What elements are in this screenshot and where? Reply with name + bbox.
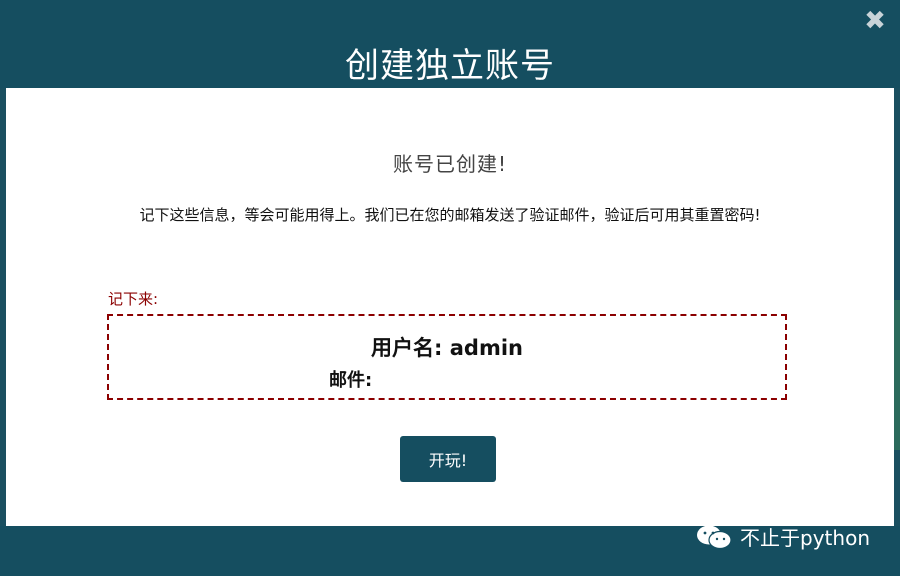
success-heading: 账号已创建! — [392, 152, 508, 176]
watermark: 不止于python — [694, 522, 870, 551]
wechat-icon — [697, 525, 732, 549]
modal-title: 创建独立账号 — [345, 46, 555, 86]
username-value: admin — [449, 336, 523, 360]
backdrop-strip-right — [894, 300, 900, 450]
modal-header: 创建独立账号 — [0, 0, 900, 88]
email-label: 邮件: — [329, 370, 373, 391]
close-icon[interactable]: ✖ — [862, 8, 888, 34]
watermark-text: 不止于python — [740, 526, 870, 550]
play-button[interactable]: 开玩! — [400, 436, 496, 482]
instruction-text: 记下这些信息，等会可能用得上。我们已在您的邮箱发送了验证邮件，验证后可用其重置密… — [139, 206, 761, 224]
username-line: 用户名: admin — [109, 332, 785, 362]
note-label: 记下来: — [108, 290, 159, 308]
username-label: 用户名: — [371, 336, 443, 360]
modal-body: 账号已创建! 记下这些信息，等会可能用得上。我们已在您的邮箱发送了验证邮件，验证… — [6, 88, 894, 526]
email-line: 邮件: — [329, 366, 372, 392]
credentials-box: 用户名: admin 邮件: — [107, 314, 787, 400]
